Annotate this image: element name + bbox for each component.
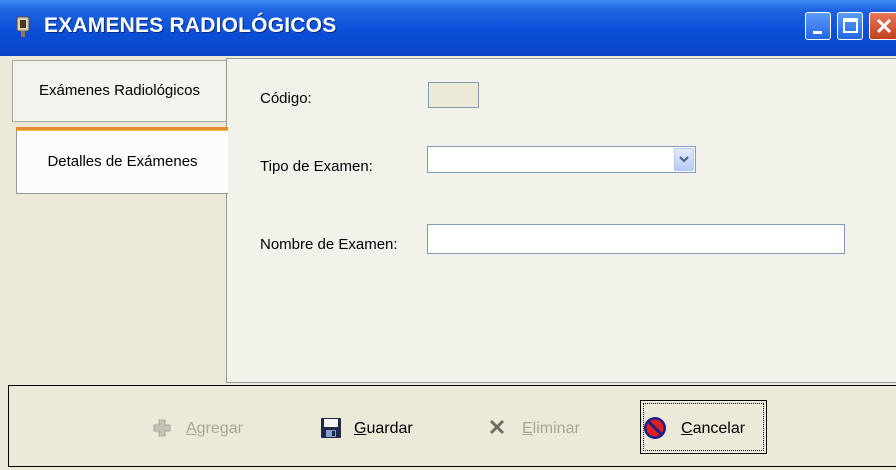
tab-content-panel	[226, 58, 896, 383]
codigo-label: Código:	[260, 90, 312, 107]
radiology-app-icon	[16, 16, 30, 37]
cancelar-mnemonic: C	[681, 420, 693, 437]
dropdown-button[interactable]	[674, 148, 694, 171]
minimize-button[interactable]	[805, 12, 831, 40]
tab-label: Detalles de Exámenes	[47, 153, 198, 170]
eliminar-label: liminar	[532, 420, 580, 437]
tab-examenes-radiologicos[interactable]: Exámenes Radiológicos	[12, 60, 226, 122]
agregar-mnemonic: A	[186, 420, 197, 437]
title-bar[interactable]: EXAMENES RADIOLÓGICOS	[0, 0, 896, 56]
close-icon	[876, 18, 892, 34]
plus-icon	[153, 419, 171, 437]
no-entry-icon	[644, 417, 666, 439]
maximize-button[interactable]	[837, 12, 863, 40]
cancelar-label: ancelar	[692, 420, 746, 437]
close-button[interactable]	[869, 12, 896, 40]
tab-label: Exámenes Radiológicos	[39, 82, 200, 99]
guardar-label: uardar	[366, 420, 413, 437]
agregar-label: gregar	[196, 420, 243, 437]
codigo-field[interactable]	[428, 82, 479, 108]
app-window: EXAMENES RADIOLÓGICOS Exámenes Radiológi…	[0, 0, 896, 470]
window-title: EXAMENES RADIOLÓGICOS	[44, 14, 337, 37]
nombre-examen-input[interactable]	[427, 224, 845, 254]
maximize-icon	[843, 18, 858, 33]
x-delete-icon	[489, 419, 505, 435]
eliminar-mnemonic: E	[522, 420, 533, 437]
guardar-mnemonic: G	[354, 420, 367, 437]
nombre-examen-label: Nombre de Examen:	[260, 236, 398, 253]
minimize-icon	[813, 31, 822, 34]
floppy-disk-icon	[321, 418, 341, 438]
tipo-examen-label: Tipo de Examen:	[260, 158, 373, 175]
tab-detalles-examenes[interactable]: Detalles de Exámenes	[16, 127, 228, 194]
chevron-down-icon	[679, 156, 689, 163]
tipo-examen-select[interactable]	[427, 146, 696, 173]
